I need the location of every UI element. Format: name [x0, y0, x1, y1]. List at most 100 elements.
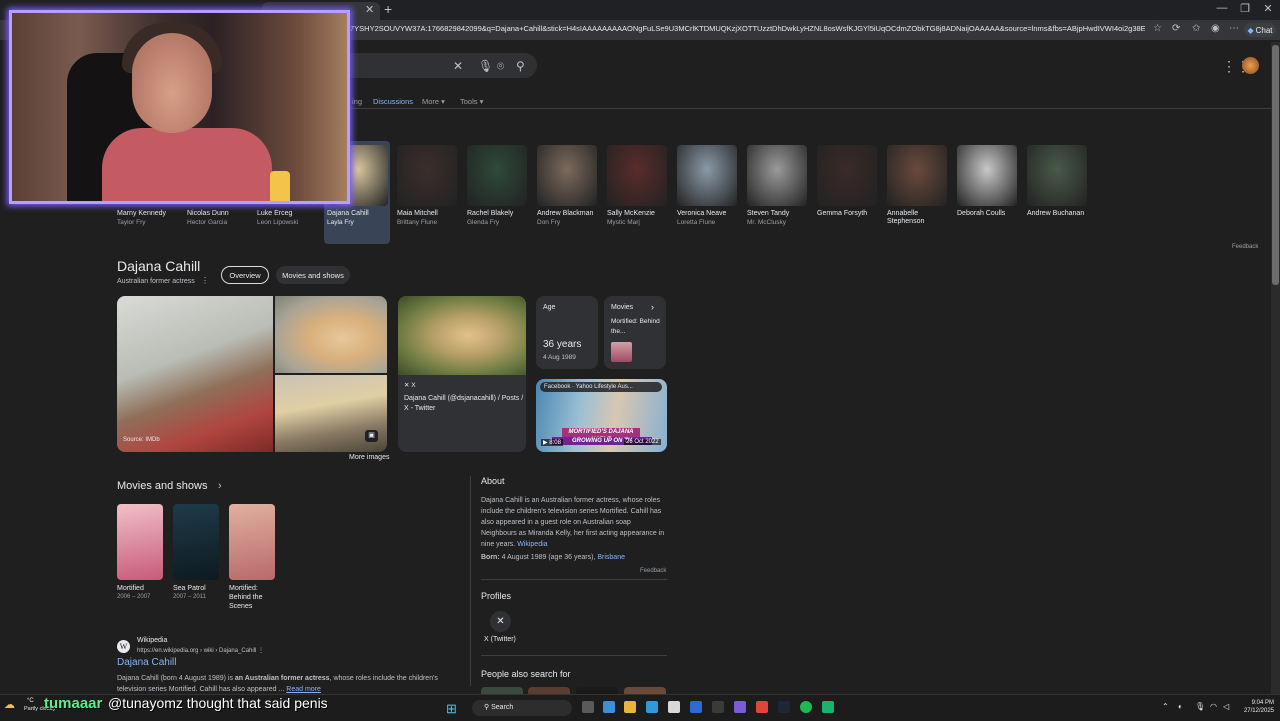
cast-member-12[interactable]: Deborah Coulls: [957, 210, 1021, 218]
volume-icon[interactable]: ◁: [1223, 702, 1229, 711]
result-url-text: https://en.wikipedia.org › wiki › Dajana…: [137, 648, 257, 654]
scrollbar-thumb[interactable]: [1272, 45, 1279, 285]
cast-member-1[interactable]: Nicolas Dunn Hector Garcia: [187, 210, 251, 227]
obs-icon[interactable]: [756, 701, 768, 713]
webcam-lamp: [270, 171, 290, 201]
taskbar-search[interactable]: ⚲ Search: [472, 700, 572, 716]
cast-member-9[interactable]: Steven Tandy Mr. McClusky: [747, 210, 811, 227]
url-field[interactable]: 7YSHY2SOUVYW37A:1766829842099&q=Dajana+C…: [350, 24, 1145, 36]
menu-dots-icon[interactable]: ⋯: [1229, 23, 1239, 34]
cast-member-11[interactable]: Annabelle Stephenson: [887, 210, 951, 226]
cast-member-6[interactable]: Andrew Blackman Don Fry: [537, 210, 601, 227]
chevron-right-icon[interactable]: ›: [651, 302, 654, 312]
copilot-app-icon[interactable]: [603, 701, 615, 713]
feedback-link[interactable]: Feedback: [1232, 244, 1258, 250]
show-years: 2007 – 2011: [173, 594, 206, 600]
tray-icon[interactable]: ◐: [1178, 702, 1183, 711]
cast-member-3[interactable]: Dajana Cahill Layla Fry: [327, 210, 391, 227]
search-icon[interactable]: ⚲: [516, 59, 525, 73]
cast-member-10[interactable]: Gemma Forsyth: [817, 210, 881, 218]
weather-icon[interactable]: ☁: [4, 698, 22, 712]
show-poster[interactable]: [117, 504, 163, 580]
cast-photo[interactable]: [467, 145, 527, 206]
clear-search-icon[interactable]: ✕: [453, 59, 463, 73]
chevron-up-icon[interactable]: ⌃: [1162, 702, 1169, 711]
cast-member-0[interactable]: Marny Kennedy Taylor Fry: [117, 210, 181, 227]
feedback-link[interactable]: Feedback: [640, 568, 666, 574]
cast-photo[interactable]: [817, 145, 877, 206]
chevron-right-icon[interactable]: ›: [218, 480, 222, 492]
mic-icon[interactable]: 🎙: [478, 59, 493, 73]
entity-image-main[interactable]: [117, 296, 273, 452]
show-poster[interactable]: [229, 504, 275, 580]
birthplace-link[interactable]: Brisbane: [597, 554, 625, 561]
tab-shopping[interactable]: ing: [352, 97, 362, 106]
close-window-icon[interactable]: ✕: [1256, 2, 1280, 15]
x-card-title[interactable]: Dajana Cahill (@dsjanacahill) / Posts / …: [404, 394, 524, 414]
movies-card-thumbnail[interactable]: [611, 342, 632, 362]
show-item-1[interactable]: Sea Patrol 2007 – 2011: [173, 584, 225, 602]
cast-member-2[interactable]: Luke Erceg Leon Lipowski: [257, 210, 321, 227]
tab-more[interactable]: More ▾: [422, 97, 445, 106]
cast-member-4[interactable]: Maia Mitchell Brittany Flune: [397, 210, 461, 227]
wifi-icon[interactable]: ◠: [1210, 702, 1217, 711]
cast-photo[interactable]: [747, 145, 807, 206]
search-input[interactable]: [340, 53, 537, 78]
windows-start-icon[interactable]: ⊞: [446, 701, 457, 717]
cast-member-5[interactable]: Rachel Blakely Glenda Fry: [467, 210, 531, 227]
store-icon[interactable]: [668, 701, 680, 713]
entity-image-top-right[interactable]: [275, 296, 387, 373]
favorites-icon[interactable]: ✩: [1192, 23, 1200, 34]
cast-photo[interactable]: [677, 145, 737, 206]
tab-more-label: More: [422, 97, 440, 106]
x-card-image[interactable]: [398, 296, 526, 375]
cast-photo[interactable]: [607, 145, 667, 206]
tab-discussions[interactable]: Discussions: [373, 97, 413, 106]
tab-tools[interactable]: Tools ▾: [460, 97, 483, 106]
cast-photo[interactable]: [957, 145, 1017, 206]
mic-icon[interactable]: 🎙: [1195, 702, 1205, 711]
movies-shows-heading[interactable]: Movies and shows: [117, 480, 208, 492]
show-item-0[interactable]: Mortified 2006 – 2007: [117, 584, 169, 602]
app-icon[interactable]: [712, 701, 724, 713]
clock[interactable]: 9:04 PM 27/12/2025: [1240, 699, 1274, 715]
task-view-icon[interactable]: [582, 701, 594, 713]
app-icon[interactable]: [822, 701, 834, 713]
chip-overview[interactable]: Overview: [221, 266, 269, 284]
profile-icon[interactable]: ◉: [1211, 23, 1220, 34]
bookmark-star-icon[interactable]: ☆: [1153, 23, 1162, 34]
discord-icon[interactable]: [734, 701, 746, 713]
close-tab-icon[interactable]: ✕: [365, 3, 374, 16]
cast-photo[interactable]: [397, 145, 457, 206]
restore-icon[interactable]: ❐: [1233, 2, 1257, 15]
minimize-icon[interactable]: —: [1210, 2, 1234, 14]
spotify-icon[interactable]: [800, 701, 812, 713]
read-more-link[interactable]: Read more: [286, 686, 321, 693]
chip-movies-and-shows[interactable]: Movies and shows: [276, 266, 350, 284]
x-profile-label[interactable]: X (Twitter): [484, 636, 516, 643]
cast-member-8[interactable]: Veronica Neave Loretta Flune: [677, 210, 741, 227]
result-url[interactable]: https://en.wikipedia.org › wiki › Dajana…: [137, 647, 264, 654]
more-images-link[interactable]: More images: [349, 454, 389, 461]
new-tab-icon[interactable]: +: [384, 1, 392, 17]
chat-button[interactable]: ◆ Chat: [1244, 23, 1276, 37]
x-logo-icon[interactable]: ✕: [490, 611, 511, 632]
cast-member-7[interactable]: Sally McKenzie Mystic Marj: [607, 210, 671, 227]
more-options-icon[interactable]: ⋮: [201, 276, 209, 285]
steam-icon[interactable]: [778, 701, 790, 713]
show-item-2[interactable]: Mortified: Behind the Scenes: [229, 584, 281, 611]
extension-icon[interactable]: ⟳: [1172, 23, 1180, 34]
show-poster[interactable]: [173, 504, 219, 580]
edge-browser-icon[interactable]: [646, 701, 658, 713]
about-wikipedia-link[interactable]: Wikipedia: [517, 541, 547, 548]
cast-photo[interactable]: [887, 145, 947, 206]
result-title-link[interactable]: Dajana Cahill: [117, 657, 176, 668]
cast-photo[interactable]: [537, 145, 597, 206]
outlook-icon[interactable]: [690, 701, 702, 713]
cast-member-13[interactable]: Andrew Buchanan: [1027, 210, 1091, 218]
cast-photo[interactable]: [1027, 145, 1087, 206]
snippet-pre: Dajana Cahill (born 4 August 1989) is: [117, 675, 235, 682]
avatar[interactable]: [1242, 57, 1259, 74]
camera-search-icon[interactable]: ⌾: [497, 59, 504, 74]
file-explorer-icon[interactable]: [624, 701, 636, 713]
